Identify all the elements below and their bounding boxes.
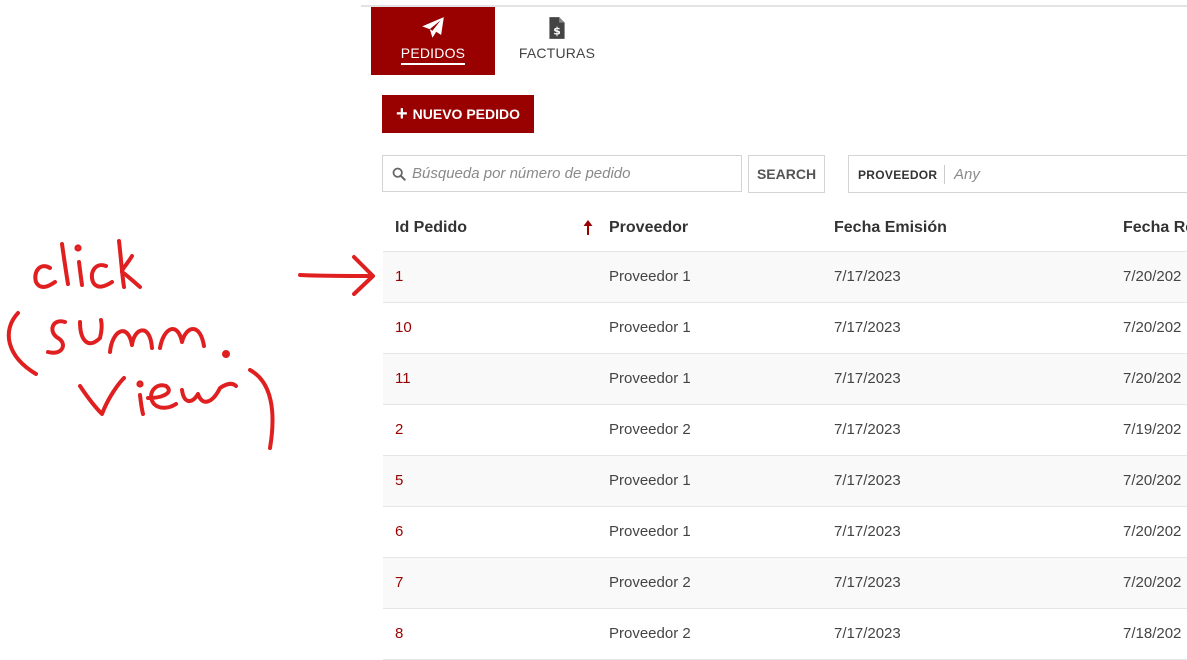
cell-fecha-recepcion: 7/20/202: [1123, 574, 1182, 591]
search-icon: [392, 167, 406, 181]
cell-fecha-emision: 7/17/2023: [834, 625, 901, 642]
table-row[interactable]: 5 Proveedor 1 7/17/2023 7/20/202: [383, 456, 1187, 507]
cell-proveedor: Proveedor 2: [609, 574, 691, 591]
plus-icon: +: [395, 103, 408, 125]
table-body: 1 Proveedor 1 7/17/2023 7/20/202 10 Proveedor…: [383, 252, 1187, 660]
table-row[interactable]: 10 Proveedor 1 7/17/2023 7/20/202: [383, 303, 1187, 354]
annotation-arrowhead: [352, 255, 375, 296]
cell-fecha-recepcion: 7/20/202: [1123, 523, 1182, 540]
table-row[interactable]: 8 Proveedor 2 7/17/2023 7/18/202: [383, 609, 1187, 660]
cell-fecha-recepcion: 7/19/202: [1123, 421, 1182, 438]
tab-facturas[interactable]: $ FACTURAS: [495, 7, 619, 75]
tab-pedidos-label: PEDIDOS: [400, 45, 466, 65]
proveedor-filter[interactable]: PROVEEDOR Any: [848, 155, 1187, 193]
cell-proveedor: Proveedor 2: [609, 625, 691, 642]
cell-fecha-recepcion: 7/20/202: [1123, 268, 1182, 285]
column-header-fecha-emision[interactable]: Fecha Emisión: [834, 219, 947, 237]
order-id-link[interactable]: 6: [395, 523, 403, 540]
new-order-button[interactable]: + NUEVO PEDIDO: [382, 95, 534, 133]
order-id-link[interactable]: 1: [395, 268, 403, 285]
filter-label: PROVEEDOR: [858, 168, 938, 182]
cell-fecha-recepcion: 7/18/202: [1123, 625, 1182, 642]
order-id-link[interactable]: 10: [395, 319, 412, 336]
column-header-fecha-recepcion[interactable]: Fecha Re: [1123, 219, 1187, 237]
annotation-arrow: [298, 273, 374, 278]
column-header-proveedor[interactable]: Proveedor: [609, 219, 688, 237]
cell-proveedor: Proveedor 1: [609, 523, 691, 540]
cell-proveedor: Proveedor 1: [609, 370, 691, 387]
cell-fecha-emision: 7/17/2023: [834, 472, 901, 489]
svg-text:$: $: [553, 25, 561, 38]
cell-fecha-recepcion: 7/20/202: [1123, 472, 1182, 489]
column-header-id-pedido[interactable]: Id Pedido: [395, 219, 467, 237]
cell-proveedor: Proveedor 1: [609, 268, 691, 285]
order-id-link[interactable]: 7: [395, 574, 403, 591]
search-box: [382, 155, 742, 192]
annotation-overlay: [6, 239, 375, 450]
cell-fecha-emision: 7/17/2023: [834, 574, 901, 591]
cell-fecha-emision: 7/17/2023: [834, 319, 901, 336]
search-input[interactable]: [412, 156, 732, 191]
orders-table: Id Pedido Proveedor Fecha Emisión Fecha …: [383, 205, 1187, 660]
invoice-dollar-icon: $: [549, 17, 565, 39]
table-row[interactable]: 11 Proveedor 1 7/17/2023 7/20/202: [383, 354, 1187, 405]
order-id-link[interactable]: 5: [395, 472, 403, 489]
filter-value: Any: [954, 166, 980, 183]
new-order-label: NUEVO PEDIDO: [412, 106, 521, 122]
table-row[interactable]: 2 Proveedor 2 7/17/2023 7/19/202: [383, 405, 1187, 456]
cell-proveedor: Proveedor 1: [609, 472, 691, 489]
search-button[interactable]: SEARCH: [748, 155, 825, 193]
cell-fecha-recepcion: 7/20/202: [1123, 370, 1182, 387]
cell-fecha-recepcion: 7/20/202: [1123, 319, 1182, 336]
cell-fecha-emision: 7/17/2023: [834, 370, 901, 387]
cell-fecha-emision: 7/17/2023: [834, 421, 901, 438]
order-id-link[interactable]: 8: [395, 625, 403, 642]
cell-proveedor: Proveedor 2: [609, 421, 691, 438]
sort-ascending-icon[interactable]: [582, 219, 594, 237]
paper-plane-icon: [422, 17, 444, 38]
order-id-link[interactable]: 2: [395, 421, 403, 438]
tab-pedidos[interactable]: PEDIDOS: [371, 7, 495, 75]
cell-proveedor: Proveedor 1: [609, 319, 691, 336]
cell-fecha-emision: 7/17/2023: [834, 523, 901, 540]
filter-divider: [944, 165, 945, 184]
tab-facturas-label: FACTURAS: [518, 45, 596, 61]
table-row[interactable]: 7 Proveedor 2 7/17/2023 7/20/202: [383, 558, 1187, 609]
table-row[interactable]: 6 Proveedor 1 7/17/2023 7/20/202: [383, 507, 1187, 558]
order-id-link[interactable]: 11: [395, 370, 411, 387]
table-header: Id Pedido Proveedor Fecha Emisión Fecha …: [383, 205, 1187, 252]
cell-fecha-emision: 7/17/2023: [834, 268, 901, 285]
table-row[interactable]: 1 Proveedor 1 7/17/2023 7/20/202: [383, 252, 1187, 303]
